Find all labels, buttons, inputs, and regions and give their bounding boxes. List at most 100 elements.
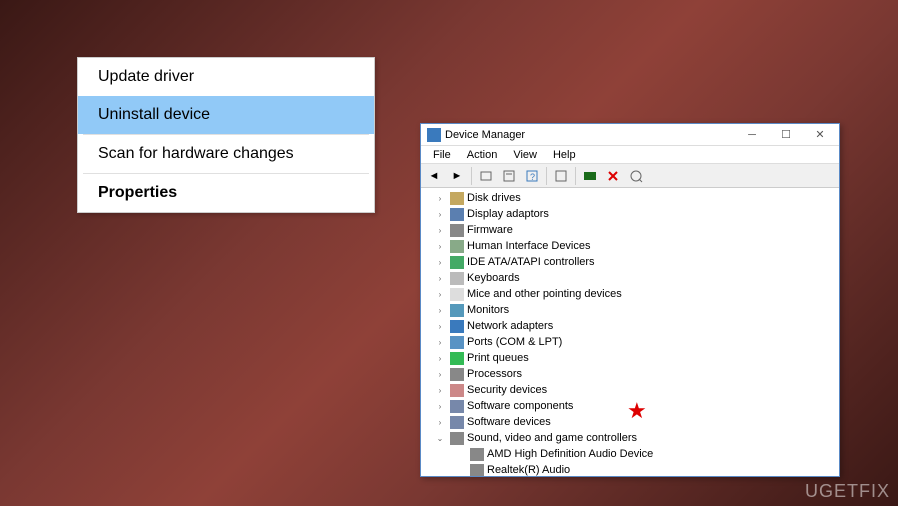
maximize-button[interactable]: ☐ [769,125,803,145]
tree-expander-icon[interactable]: › [433,335,447,349]
tree-item-label[interactable]: Sound, video and game controllers [467,432,637,444]
tree-item-label[interactable]: IDE ATA/ATAPI controllers [467,256,595,268]
tree-item-label[interactable]: Ports (COM & LPT) [467,336,562,348]
device-category-icon [450,240,464,253]
toolbar-refresh-icon[interactable] [550,166,572,186]
tree-item-label[interactable]: Processors [467,368,522,380]
menu-help[interactable]: Help [545,149,584,161]
tree-item[interactable]: › Security devices [425,382,835,398]
tree-item-label[interactable]: Software devices [467,416,551,428]
tree-item-label[interactable]: Print queues [467,352,529,364]
tree-item[interactable]: › Software components [425,398,835,414]
tree-item-label[interactable]: Keyboards [467,272,520,284]
context-menu-uninstall-device[interactable]: Uninstall device [78,96,374,134]
device-category-icon [450,288,464,301]
device-tree[interactable]: › Disk drives › Display adaptors › Firmware › H… [421,188,839,476]
tree-item-label[interactable]: Software components [467,400,573,412]
tree-expander-icon[interactable]: › [433,415,447,429]
tree-expander-icon[interactable]: › [433,207,447,221]
tree-item[interactable]: › Mice and other pointing devices [425,286,835,302]
tree-expander-icon[interactable]: › [433,271,447,285]
toolbar-help-icon[interactable]: ? [521,166,543,186]
device-category-icon [450,400,464,413]
tree-item[interactable]: › Print queues [425,350,835,366]
toolbar-uninstall-icon[interactable] [602,166,624,186]
tree-item[interactable]: › Ports (COM & LPT) [425,334,835,350]
toolbar-separator [575,167,576,185]
tree-expander-icon[interactable]: › [433,191,447,205]
toolbar-forward-icon[interactable]: ► [446,166,468,186]
device-category-icon [450,256,464,269]
tree-expander-icon[interactable]: › [433,239,447,253]
context-menu-scan-hardware[interactable]: Scan for hardware changes [78,135,374,173]
tree-item-label[interactable]: Human Interface Devices [467,240,591,252]
toolbar-back-icon[interactable]: ◄ [423,166,445,186]
device-category-icon [450,336,464,349]
menu-action[interactable]: Action [459,149,506,161]
device-category-icon [470,448,484,461]
device-category-icon [450,432,464,445]
tree-expander-icon[interactable] [453,447,467,461]
device-category-icon [450,320,464,333]
tree-expander-icon[interactable]: › [433,351,447,365]
tree-expander-icon[interactable]: › [433,383,447,397]
watermark: UGETFIX [805,481,890,502]
toolbar: ◄ ► ? [421,164,839,188]
tree-expander-icon[interactable]: › [433,399,447,413]
device-category-icon [450,304,464,317]
device-category-icon [450,352,464,365]
tree-item[interactable]: › Keyboards [425,270,835,286]
minimize-button[interactable]: ─ [735,125,769,145]
tree-expander-icon[interactable]: › [433,255,447,269]
tree-expander-icon[interactable]: ⌄ [433,431,447,445]
context-menu-properties[interactable]: Properties [78,174,374,212]
tree-item-label[interactable]: Disk drives [467,192,521,204]
tree-expander-icon[interactable]: › [433,303,447,317]
menu-file[interactable]: File [425,149,459,161]
tree-expander-icon[interactable]: › [433,223,447,237]
tree-item[interactable]: › Monitors [425,302,835,318]
toolbar-properties-icon[interactable] [498,166,520,186]
tree-item[interactable]: › Display adaptors [425,206,835,222]
device-category-icon [450,192,464,205]
tree-item[interactable]: › Disk drives [425,190,835,206]
tree-item[interactable]: › Software devices [425,414,835,430]
tree-item[interactable]: AMD High Definition Audio Device [425,446,835,462]
device-category-icon [450,416,464,429]
device-category-icon [450,368,464,381]
tree-expander-icon[interactable]: › [433,367,447,381]
tree-item-label[interactable]: Network adapters [467,320,553,332]
device-category-icon [470,464,484,477]
device-category-icon [450,208,464,221]
device-category-icon [450,224,464,237]
tree-item[interactable]: ⌄ Sound, video and game controllers [425,430,835,446]
tree-item[interactable]: › Processors [425,366,835,382]
toolbar-monitor-icon[interactable] [579,166,601,186]
toolbar-show-hidden-icon[interactable] [475,166,497,186]
tree-item-label[interactable]: Mice and other pointing devices [467,288,622,300]
device-manager-window: Device Manager ─ ☐ ✕ File Action View He… [420,123,840,477]
context-menu-update-driver[interactable]: Update driver [78,58,374,96]
tree-expander-icon[interactable]: › [433,319,447,333]
tree-item-label[interactable]: Security devices [467,384,547,396]
device-category-icon [450,384,464,397]
tree-item-label[interactable]: Display adaptors [467,208,549,220]
tree-item[interactable]: › Firmware [425,222,835,238]
tree-item-label[interactable]: Realtek(R) Audio [487,464,570,476]
tree-item-label[interactable]: Firmware [467,224,513,236]
titlebar[interactable]: Device Manager ─ ☐ ✕ [421,124,839,146]
tree-item[interactable]: › IDE ATA/ATAPI controllers [425,254,835,270]
tree-expander-icon[interactable] [453,463,467,476]
tree-item[interactable]: › Human Interface Devices [425,238,835,254]
device-manager-icon [427,128,441,142]
tree-item[interactable]: Realtek(R) Audio [425,462,835,476]
tree-expander-icon[interactable]: › [433,287,447,301]
tree-item[interactable]: › Network adapters [425,318,835,334]
close-button[interactable]: ✕ [803,125,837,145]
tree-item-label[interactable]: Monitors [467,304,509,316]
menu-view[interactable]: View [505,149,545,161]
svg-text:?: ? [530,172,535,182]
tree-item-label[interactable]: AMD High Definition Audio Device [487,448,653,460]
toolbar-scan-icon[interactable] [625,166,647,186]
toolbar-separator [471,167,472,185]
